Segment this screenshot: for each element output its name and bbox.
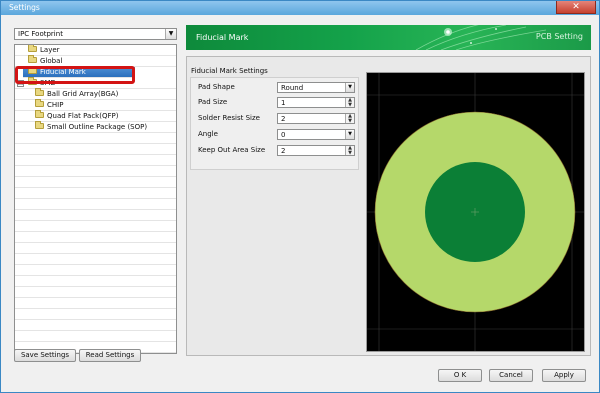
tree-item-sop[interactable]: Small Outline Package (SOP) [35,121,148,132]
pad-size-stepper[interactable]: 1 ▲ ▼ [277,97,355,108]
dialog-content: IPC Footprint ▼ Layer Global Fiducial Ma… [5,16,595,389]
close-button[interactable]: ✕ [556,1,596,14]
read-settings-button[interactable]: Read Settings [79,349,141,362]
window-title: Settings [9,3,40,12]
field-label: Angle [198,130,218,138]
apply-button[interactable]: Apply [542,369,586,382]
tree-row-empty [15,287,176,298]
chevron-down-icon[interactable]: ▼ [165,29,176,39]
field-label: Pad Shape [198,83,235,91]
tree-item-smd[interactable]: SMD [28,77,56,88]
pad-shape-value: Round [281,84,304,92]
banner-title: Fiducial Mark [196,33,249,42]
settings-panel: Fiducial Mark Settings Pad Shape Round ▼… [186,56,591,356]
tree-row-empty [15,243,176,254]
tree-row-empty [15,188,176,199]
angle-value: 0 [281,131,286,139]
tree-item-label: Global [40,57,63,65]
folder-icon [28,77,37,85]
tree-row[interactable]: Layer [15,45,176,56]
tree-item-label: Small Outline Package (SOP) [47,123,148,131]
tree-row-empty [15,155,176,166]
tree-row-empty [15,221,176,232]
tree-item-bga[interactable]: Ball Grid Array(BGA) [35,88,119,99]
tree-item-label: SMD [40,79,56,87]
footprint-select[interactable]: IPC Footprint ▼ [14,28,177,40]
fiducial-preview [367,73,584,351]
cancel-button[interactable]: Cancel [489,369,533,382]
tree-row-selected[interactable]: Fiducial Mark [23,66,135,78]
pad-shape-select[interactable]: Round ▼ [277,82,355,93]
tree-row-empty [15,199,176,210]
tree-item-label: CHIP [47,101,64,109]
folder-icon [28,66,37,74]
tree-row-empty [15,309,176,320]
header-banner: Fiducial Mark PCB Setting [186,25,591,50]
field-label: Solder Resist Size [198,114,260,122]
pad-size-value: 1 [281,99,286,107]
angle-select[interactable]: 0 ▼ [277,129,355,140]
tree-row[interactable]: Global [15,55,176,67]
tree-row-empty [15,320,176,331]
spinner-arrows-icon[interactable]: ▲ ▼ [345,146,354,155]
folder-icon [35,88,44,96]
tree-item-global[interactable]: Global [28,55,63,66]
keep-out-value: 2 [281,147,286,155]
group-title: Fiducial Mark Settings [191,67,268,75]
footprint-select-value: IPC Footprint [18,30,63,38]
tree-row-empty [15,276,176,287]
ok-button[interactable]: O K [438,369,482,382]
tree-row-empty [15,166,176,177]
tree-item-label: Fiducial Mark [40,68,86,76]
pad-preview-canvas [366,72,585,352]
collapse-icon[interactable]: ⊟ [17,80,24,87]
tree-row-empty [15,254,176,265]
keep-out-stepper[interactable]: 2 ▲ ▼ [277,145,355,156]
tree-item-layer[interactable]: Layer [28,45,60,55]
folder-icon [35,110,44,118]
tree-row-empty [15,298,176,309]
folder-icon [28,45,37,52]
spinner-arrows-icon[interactable]: ▲ ▼ [345,98,354,107]
field-label: Pad Size [198,98,228,106]
tree-item-chip[interactable]: CHIP [35,99,64,110]
tree-row-empty [15,265,176,276]
tree-item-qfp[interactable]: Quad Flat Pack(QFP) [35,110,119,121]
field-label: Keep Out Area Size [198,146,266,154]
tree-row-empty [15,177,176,188]
tree-row-empty [15,133,176,144]
solder-resist-value: 2 [281,115,286,123]
save-settings-button[interactable]: Save Settings [14,349,76,362]
tree-item-label: Layer [40,46,60,54]
folder-icon [35,121,44,129]
tree-row-empty [15,232,176,243]
solder-resist-stepper[interactable]: 2 ▲ ▼ [277,113,355,124]
fiducial-settings-group: Pad Shape Round ▼ Pad Size 1 ▲ ▼ Solder R… [190,77,359,170]
tree-item-fiducial-mark[interactable]: Fiducial Mark [28,66,86,77]
tree-row[interactable]: Small Outline Package (SOP) [15,121,176,133]
folder-icon [35,99,44,107]
chevron-down-icon[interactable]: ▼ [345,83,354,92]
tree-item-label: Quad Flat Pack(QFP) [47,112,119,120]
settings-tree[interactable]: Layer Global Fiducial Mark ⊟ SMD Ball Gr… [14,44,177,354]
tree-item-label: Ball Grid Array(BGA) [47,90,119,98]
spinner-arrows-icon[interactable]: ▲ ▼ [345,114,354,123]
tree-row-empty [15,144,176,155]
tree-row-empty [15,210,176,221]
banner-tag: PCB Setting [535,32,583,41]
chevron-down-icon[interactable]: ▼ [345,130,354,139]
title-bar: Settings ✕ [1,1,599,15]
folder-icon [28,55,37,63]
settings-window: Settings ✕ IPC Footprint ▼ Layer Global … [0,0,600,393]
tree-row-empty [15,331,176,342]
